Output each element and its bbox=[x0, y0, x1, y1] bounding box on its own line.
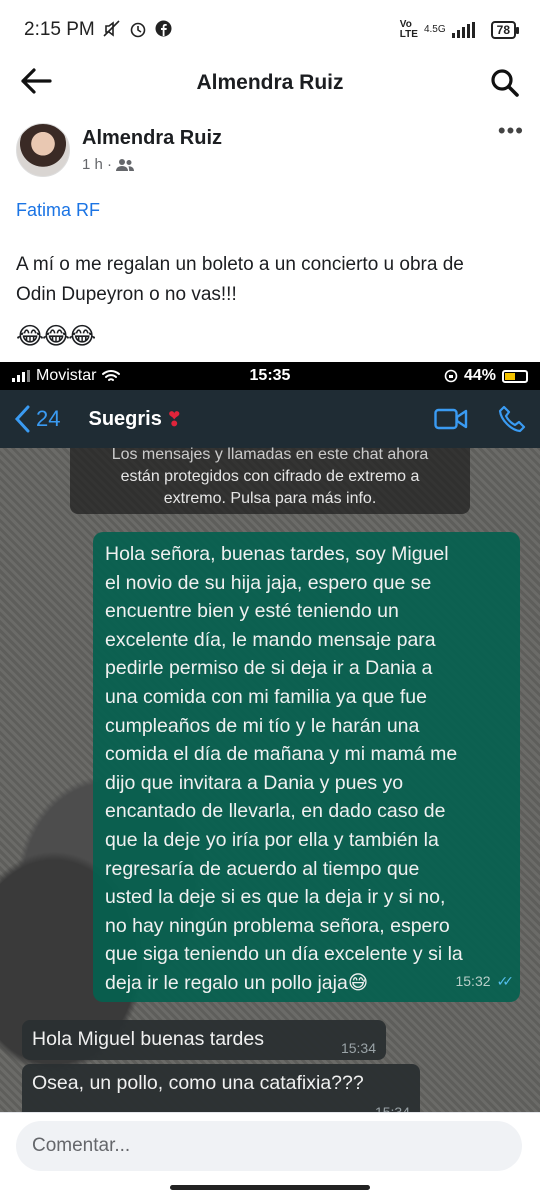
post-time[interactable]: 1 h · bbox=[82, 156, 112, 173]
incoming-message[interactable]: Hola Miguel buenas tardes 15:34 bbox=[22, 1020, 386, 1060]
status-bar: 2:15 PM Vo LTE 4.5G 78 bbox=[0, 0, 540, 60]
signal-icon bbox=[451, 22, 475, 38]
message-line: no hay ningún problema señora, espero bbox=[105, 914, 450, 937]
message-line: usted la deje si es que la deja ir y si … bbox=[105, 886, 446, 909]
post-text-line: Odin Dupeyron o no vas!!! bbox=[16, 284, 237, 305]
message-line: cumpleaños de mi tío y le harán una bbox=[105, 714, 420, 737]
post-time-row: 1 h · bbox=[82, 156, 498, 173]
comment-bar: Comentar... bbox=[0, 1112, 540, 1200]
embedded-battery-text: 44% bbox=[463, 367, 496, 384]
avatar[interactable] bbox=[16, 123, 70, 177]
facebook-icon bbox=[155, 20, 172, 40]
carrier-name: Movistar bbox=[36, 367, 97, 384]
network-type: 4.5G bbox=[423, 24, 446, 35]
page-title: Almendra Ruiz bbox=[196, 71, 344, 94]
message-line: encuentre bien y esté teniendo un bbox=[105, 600, 399, 623]
message-line: encantado de llevarla, en dado caso de bbox=[105, 800, 446, 823]
message-time: 15:32 bbox=[455, 973, 491, 990]
comment-input[interactable]: Comentar... bbox=[16, 1121, 522, 1171]
phone-icon[interactable] bbox=[498, 405, 526, 433]
back-button[interactable] bbox=[20, 65, 60, 101]
status-time: 2:15 PM bbox=[24, 19, 95, 40]
notice-line: extremo. Pulsa para más info. bbox=[163, 490, 377, 507]
chevron-left-icon bbox=[14, 405, 30, 433]
rotation-lock-icon bbox=[444, 369, 458, 383]
app-bar: Almendra Ruiz bbox=[0, 60, 540, 106]
search-button[interactable] bbox=[480, 68, 520, 98]
friends-icon bbox=[116, 158, 135, 171]
notice-line: Los mensajes y llamadas en este chat aho… bbox=[111, 446, 429, 463]
chat-header: 24 Suegris ❣ bbox=[0, 390, 540, 448]
message-line: comida el día de mañana y mi mamá me bbox=[105, 743, 458, 766]
read-receipt-icon: ✓✓ bbox=[496, 973, 515, 990]
encryption-notice[interactable]: Los mensajes y llamadas en este chat aho… bbox=[70, 446, 470, 514]
tagged-user-link[interactable]: Fatima RF bbox=[16, 200, 100, 221]
post-text: A mí o me regalan un boleto a un concier… bbox=[16, 250, 524, 310]
message-line: que siga teniendo un día excelente y si … bbox=[105, 943, 463, 966]
more-options-button[interactable]: ••• bbox=[498, 118, 524, 144]
post-image[interactable]: Movistar 15:35 44% 24 Suegris ❣ Los mens… bbox=[0, 362, 540, 1112]
message-line: una comida con mi familia ya que fue bbox=[105, 685, 427, 708]
contact-name[interactable]: Suegris bbox=[88, 408, 161, 431]
notice-line: están protegidos con cifrado de extremo … bbox=[120, 468, 420, 485]
message-time: 15:34 bbox=[340, 1040, 376, 1056]
message-meta: 15:32 ✓✓ bbox=[455, 967, 515, 996]
post-author[interactable]: Almendra Ruiz bbox=[82, 127, 498, 150]
message-line: excelente día, le mando mensaje para bbox=[105, 628, 436, 651]
alarm-icon bbox=[129, 20, 147, 41]
post-emojis: 😂😂😂 bbox=[16, 323, 96, 350]
message-line: regresaría de acuerdo al tiempo que bbox=[105, 857, 420, 880]
wifi-icon bbox=[102, 370, 121, 381]
battery-icon: 78 bbox=[490, 21, 520, 39]
message-line: que la deje yo iría por ella y también l… bbox=[105, 828, 439, 851]
message-line: el novio de su hija jaja, espero que se bbox=[105, 571, 432, 594]
mute-icon bbox=[103, 19, 121, 41]
battery-level: 78 bbox=[496, 23, 510, 37]
post-header: Almendra Ruiz 1 h · ••• bbox=[16, 118, 524, 180]
battery-icon bbox=[502, 369, 528, 383]
message-line: pedirle permiso de si deja ir a Dania a bbox=[105, 657, 433, 680]
chat-back-button[interactable]: 24 bbox=[14, 405, 60, 433]
message-text: Hola Miguel buenas tardes bbox=[32, 1028, 264, 1050]
message-line: dijo que invitara a Dania y pues yo bbox=[105, 771, 404, 794]
volte-indicator: Vo LTE bbox=[399, 19, 418, 40]
post-text-line: A mí o me regalan un boleto a un concier… bbox=[16, 254, 464, 275]
video-call-icon[interactable] bbox=[434, 407, 468, 431]
post-meta: Almendra Ruiz 1 h · bbox=[82, 127, 498, 173]
message-line: deja ir le regalo un pollo jaja😅 bbox=[105, 971, 369, 994]
message-text: Osea, un pollo, como una catafixia??? bbox=[32, 1072, 364, 1094]
message-time: 15:34 bbox=[374, 1104, 410, 1112]
signal-icon bbox=[12, 370, 30, 382]
heart-emoji-icon: ❣ bbox=[165, 408, 183, 431]
embedded-status-bar: Movistar 15:35 44% bbox=[0, 362, 540, 390]
outgoing-message[interactable]: Hola señora, buenas tardes, soy Miguel e… bbox=[93, 532, 520, 1002]
arrow-left-icon bbox=[21, 68, 52, 94]
home-indicator[interactable] bbox=[170, 1185, 370, 1190]
search-icon bbox=[491, 69, 519, 97]
incoming-message[interactable]: Osea, un pollo, como una catafixia??? 15… bbox=[22, 1064, 420, 1112]
message-line: Hola señora, buenas tardes, soy Miguel bbox=[105, 543, 449, 565]
unread-count: 24 bbox=[36, 406, 61, 431]
